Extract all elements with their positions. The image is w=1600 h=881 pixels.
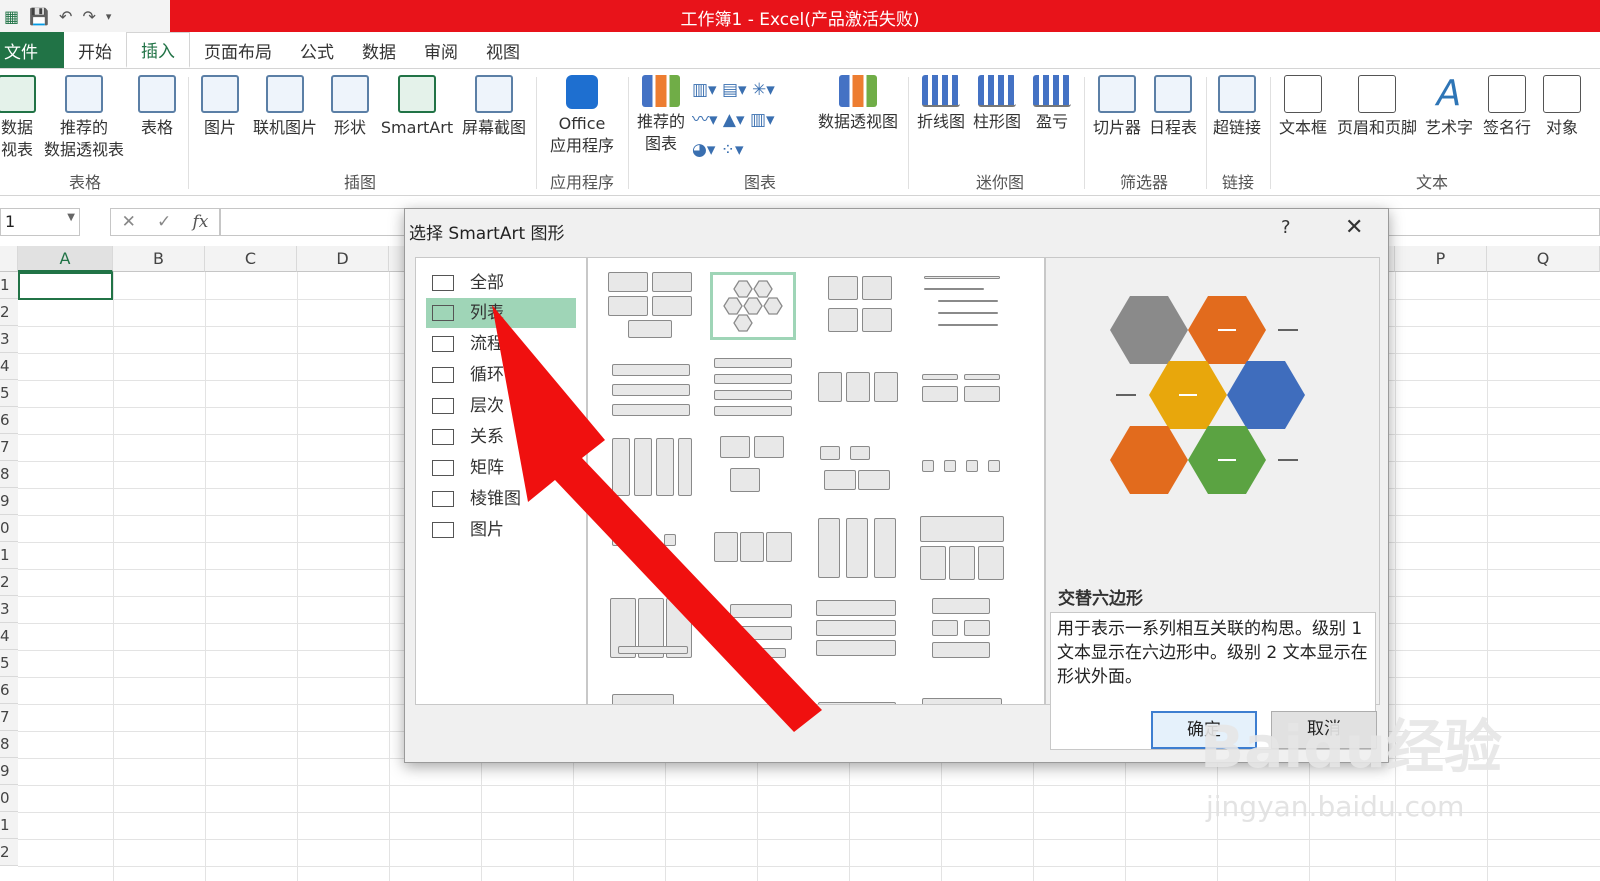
red-arrow-shape [492, 305, 822, 732]
baidu-watermark: Baidu经验 [1200, 713, 1503, 781]
baidu-watermark-url: jingyan.baidu.com [1206, 790, 1465, 823]
